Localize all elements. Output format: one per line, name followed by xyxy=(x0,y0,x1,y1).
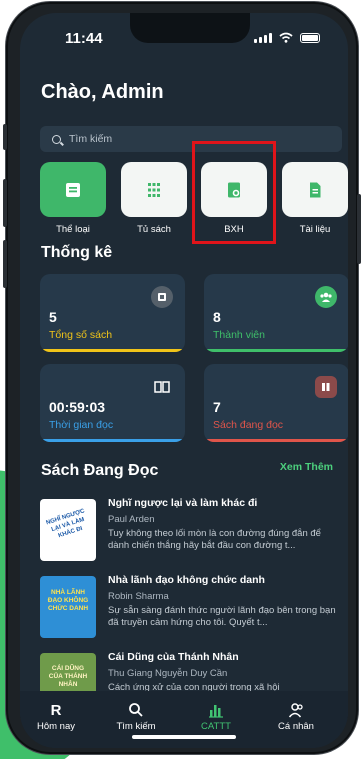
book-description: Sự sẵn sàng đánh thức người lãnh đạo bên… xyxy=(108,605,336,628)
status-icons xyxy=(254,32,320,43)
book-title: Nhà lãnh đạo không chức danh xyxy=(108,574,265,586)
book-title: Cái Dũng của Thánh Nhân xyxy=(108,651,239,663)
nav-cattt[interactable]: CATTT xyxy=(184,701,248,732)
stat-accent-bar xyxy=(40,439,185,442)
book-cover-title: NHÀ LÃNH ĐẠO KHÔNG CHỨC DANH xyxy=(47,589,89,612)
category-label: Thể loại xyxy=(56,224,90,235)
nav-label: Hôm nay xyxy=(36,721,75,732)
book-description: Tuy không theo lối mòn là con đường đúng… xyxy=(108,528,321,551)
search-placeholder: Tìm kiếm xyxy=(69,133,113,145)
nav-profile[interactable]: Cá nhân xyxy=(264,701,328,732)
stat-card-books-reading[interactable]: 7 Sách đang đọc xyxy=(204,364,348,442)
stat-card-reading-time[interactable]: 00:59:03 Thời gian đọc xyxy=(40,364,185,442)
search-icon xyxy=(104,701,168,719)
book-title: Nghĩ ngược lại và làm khác đi xyxy=(108,497,258,509)
book-item[interactable]: NGHĨ NGƯỢC LẠI VÀ LÀM KHÁC ĐI Nghĩ ngược… xyxy=(40,497,340,565)
greeting-title: Chào, Admin xyxy=(41,81,164,103)
list-doc-icon xyxy=(66,182,80,197)
stat-accent-bar xyxy=(204,439,348,442)
nav-label: Cá nhân xyxy=(278,721,314,732)
open-book-icon xyxy=(151,376,173,398)
document-icon xyxy=(310,182,321,197)
stat-caption: Tổng số sách xyxy=(49,329,113,341)
stat-accent-bar xyxy=(40,349,185,352)
members-icon xyxy=(315,286,337,308)
cellular-signal-icon xyxy=(254,32,272,43)
book-item[interactable]: NHÀ LÃNH ĐẠO KHÔNG CHỨC DANH Nhà lãnh đạ… xyxy=(40,574,340,642)
stat-caption: Thành viên xyxy=(213,329,265,341)
user-icon xyxy=(264,701,328,719)
book-author: Paul Arden xyxy=(108,514,155,525)
book-icon xyxy=(151,286,173,308)
volume-down-button xyxy=(3,240,7,288)
volume-up-button xyxy=(3,179,7,227)
status-bar: 11:44 xyxy=(20,13,348,57)
category-tile[interactable] xyxy=(40,162,106,217)
power-button xyxy=(357,194,361,264)
stat-value: 7 xyxy=(213,399,221,415)
book-author: Thu Giang Nguyễn Duy Cần xyxy=(108,668,228,679)
reading-book-icon xyxy=(315,376,337,398)
nav-label: CATTT xyxy=(201,721,231,732)
book-cover: NGHĨ NGƯỢC LẠI VÀ LÀM KHÁC ĐI xyxy=(40,499,96,561)
status-time: 11:44 xyxy=(65,30,103,47)
grid-shelf-icon xyxy=(148,182,160,197)
home-indicator xyxy=(132,735,236,739)
phone-frame: 11:44 Chào, Admin Tìm kiếm Thể loại Tủ s… xyxy=(3,2,361,754)
reading-title: Sách Đang Đọc xyxy=(41,462,159,479)
nav-today[interactable]: R Hôm nay xyxy=(24,701,88,733)
category-tu-sach[interactable]: Tủ sách xyxy=(121,162,187,235)
search-input[interactable]: Tìm kiếm xyxy=(40,126,342,152)
stat-value: 00:59:03 xyxy=(49,399,106,415)
chart-bars-icon xyxy=(184,701,248,719)
wifi-icon xyxy=(279,32,293,43)
app-screen: 11:44 Chào, Admin Tìm kiếm Thể loại Tủ s… xyxy=(20,13,348,748)
category-tile[interactable] xyxy=(121,162,187,217)
stat-accent-bar xyxy=(204,349,348,352)
stat-caption: Sách đang đọc xyxy=(213,419,284,431)
category-tai-lieu[interactable]: Tài liệu xyxy=(282,162,348,235)
stat-value: 8 xyxy=(213,309,221,325)
category-label: Tủ sách xyxy=(137,224,171,235)
search-icon xyxy=(52,134,61,144)
app-logo-icon: R xyxy=(50,701,62,719)
book-cover-title: NGHĨ NGƯỢC LẠI VÀ LÀM KHÁC ĐI xyxy=(45,508,86,540)
bottom-nav: R Hôm nay Tìm kiếm CATTT Cá nhân xyxy=(20,691,348,748)
battery-icon xyxy=(300,32,320,43)
highlight-box xyxy=(192,141,276,244)
stat-card-members[interactable]: 8 Thành viên xyxy=(204,274,348,352)
see-more-link[interactable]: Xem Thêm xyxy=(280,461,333,473)
book-author: Robin Sharma xyxy=(108,591,169,602)
stats-title: Thống kê xyxy=(41,244,113,261)
category-tile[interactable] xyxy=(282,162,348,217)
category-label: Tài liệu xyxy=(299,224,331,235)
category-the-loai[interactable]: Thể loại xyxy=(40,162,106,235)
mute-switch xyxy=(3,124,7,150)
nav-search[interactable]: Tìm kiếm xyxy=(104,701,168,732)
stat-card-total-books[interactable]: 5 Tổng số sách xyxy=(40,274,185,352)
stat-caption: Thời gian đọc xyxy=(49,419,114,431)
book-cover: NHÀ LÃNH ĐẠO KHÔNG CHỨC DANH xyxy=(40,576,96,638)
stat-value: 5 xyxy=(49,309,57,325)
nav-label: Tìm kiếm xyxy=(116,721,156,732)
